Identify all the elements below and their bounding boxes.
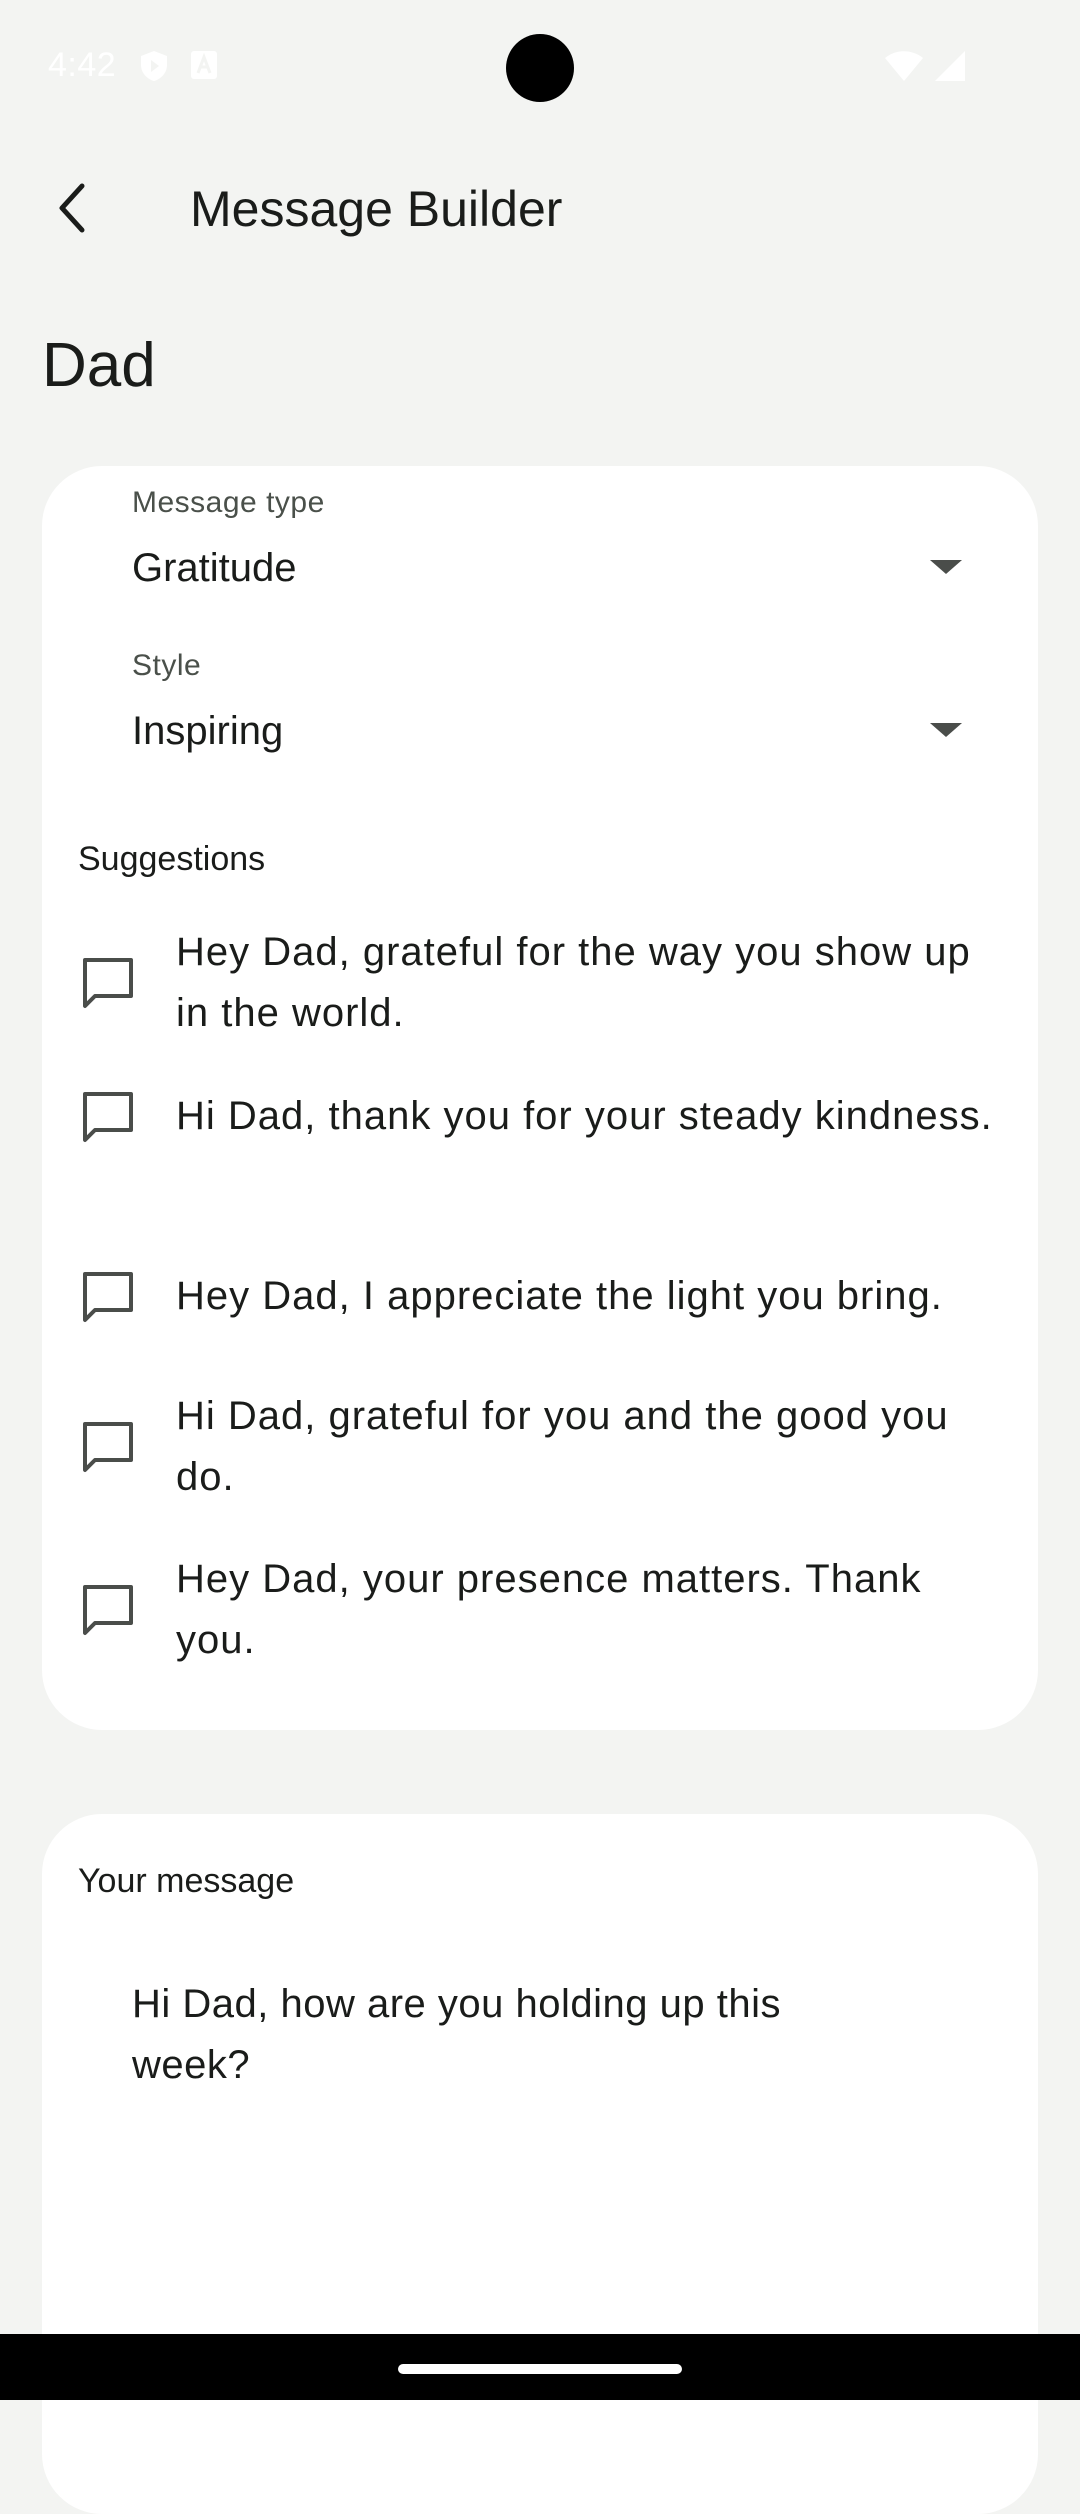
chat-bubble-icon	[78, 1267, 138, 1327]
suggestion-item[interactable]: Hi Dad, grateful for you and the good yo…	[78, 1386, 1028, 1508]
status-time: 4:42	[48, 46, 117, 84]
chat-bubble-icon	[78, 953, 138, 1013]
status-system-icons	[884, 50, 966, 82]
shield-play-icon	[141, 51, 167, 81]
style-dropdown[interactable]: Style Inspiring	[132, 629, 1002, 779]
back-button[interactable]	[36, 172, 108, 244]
message-type-label: Message type	[132, 486, 325, 519]
suggestion-text: Hi Dad, thank you for your steady kindne…	[176, 1094, 993, 1138]
status-bar: 4:42	[0, 0, 1080, 136]
dropdown-arrow-icon	[930, 560, 962, 574]
page-title: Message Builder	[190, 181, 563, 237]
message-text-field[interactable]: Hi Dad, how are you holding up this week…	[132, 1974, 852, 2096]
style-value: Inspiring	[132, 709, 284, 753]
cellular-signal-icon	[935, 51, 965, 81]
chat-bubble-icon	[78, 1580, 138, 1640]
home-gesture-handle[interactable]	[398, 2364, 682, 2374]
your-message-card: Your message Hi Dad, how are you holding…	[42, 1814, 1038, 2514]
camera-cutout	[506, 34, 574, 102]
your-message-title: Your message	[78, 1862, 295, 1900]
chevron-left-icon	[59, 183, 85, 233]
recipient-name: Dad	[42, 331, 156, 400]
suggestions-title: Suggestions	[78, 840, 266, 878]
navigation-bar	[0, 2334, 1080, 2400]
suggestion-text: Hey Dad, your presence matters. Thank yo…	[176, 1557, 922, 1662]
dropdown-arrow-icon	[930, 723, 962, 737]
message-type-value: Gratitude	[132, 546, 297, 590]
suggestion-text: Hey Dad, grateful for the way you show u…	[176, 930, 971, 1035]
suggestion-item[interactable]: Hi Dad, thank you for your steady kindne…	[78, 1086, 1028, 1147]
text-a-icon	[191, 51, 217, 79]
message-options-card: Message type Gratitude Style Inspiring S…	[42, 466, 1038, 1730]
app-bar: Message Builder	[0, 150, 1080, 274]
message-type-dropdown[interactable]: Message type Gratitude	[132, 466, 1002, 616]
chat-bubble-icon	[78, 1087, 138, 1147]
suggestion-text: Hey Dad, I appreciate the light you brin…	[176, 1274, 943, 1318]
chat-bubble-icon	[78, 1417, 138, 1477]
status-notification-icons	[140, 50, 218, 82]
style-label: Style	[132, 649, 202, 682]
suggestion-item[interactable]: Hey Dad, grateful for the way you show u…	[78, 922, 1028, 1044]
wifi-icon	[885, 51, 923, 81]
suggestion-text: Hi Dad, grateful for you and the good yo…	[176, 1394, 949, 1499]
suggestion-item[interactable]: Hey Dad, I appreciate the light you brin…	[78, 1266, 1028, 1327]
suggestion-item[interactable]: Hey Dad, your presence matters. Thank yo…	[78, 1549, 1028, 1671]
